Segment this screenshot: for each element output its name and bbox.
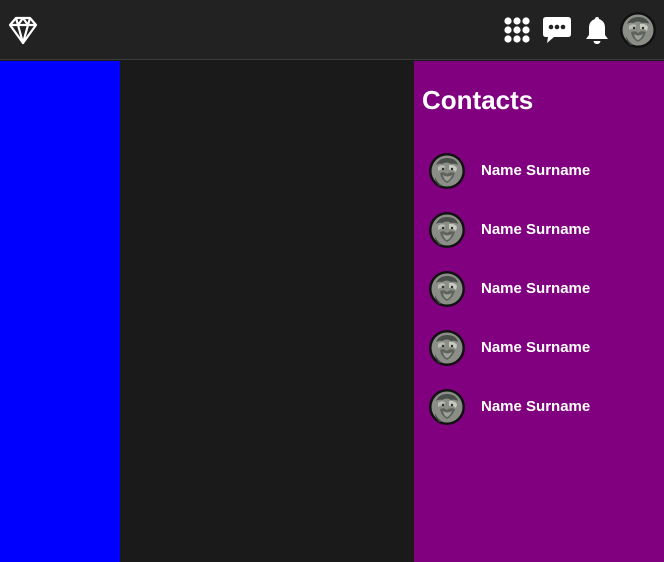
user-avatar[interactable] [620,12,656,48]
contact-avatar [429,389,465,425]
contacts-panel: Contacts Name Surname Name Surname Name … [414,61,664,562]
contact-name: Name Surname [481,339,591,356]
apps-grid-icon[interactable] [500,13,534,47]
contact-name: Name Surname [481,221,591,238]
contact-avatar [429,271,465,307]
contact-name: Name Surname [481,280,591,297]
contact-item[interactable]: Name Surname [414,141,664,200]
contact-avatar [429,330,465,366]
contact-avatar [429,212,465,248]
top-actions [494,11,656,49]
top-navigation-bar [0,0,664,60]
contact-name: Name Surname [481,162,591,179]
diamond-icon[interactable] [7,14,39,46]
contact-item[interactable]: Name Surname [414,259,664,318]
contacts-title: Contacts [422,85,534,115]
left-sidebar [0,61,120,562]
chat-bubble-icon[interactable] [540,13,574,47]
contact-item[interactable]: Name Surname [414,377,664,436]
bell-icon[interactable] [580,13,614,47]
contact-list: Name Surname Name Surname Name Surname N… [414,141,664,436]
main-feed [120,61,414,562]
contact-item[interactable]: Name Surname [414,318,664,377]
contact-name: Name Surname [481,398,591,415]
contact-item[interactable]: Name Surname [414,200,664,259]
contact-avatar [429,153,465,189]
